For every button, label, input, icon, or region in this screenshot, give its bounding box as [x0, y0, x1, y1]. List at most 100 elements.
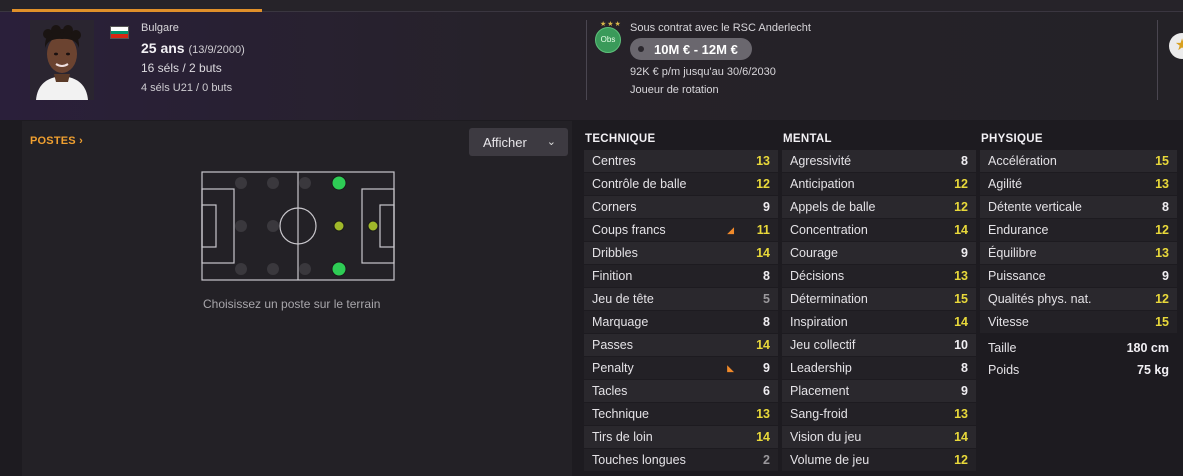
attr-value: 5 [763, 292, 770, 306]
attr-value: 12 [954, 200, 968, 214]
club-badge-icon[interactable]: Obs [595, 27, 621, 53]
attr-value: 13 [954, 407, 968, 421]
physique-attr-row[interactable]: Qualités phys. nat. 12 [980, 288, 1177, 310]
attr-label: Penalty [592, 361, 634, 375]
attr-label: Courage [790, 246, 838, 260]
display-dropdown-button[interactable]: Afficher ⌄ [469, 128, 568, 156]
nationality-flag [110, 26, 129, 39]
attr-label: Marquage [592, 315, 649, 329]
mental-attr-row[interactable]: Vision du jeu 14 [782, 426, 976, 448]
attr-value: 13 [1155, 246, 1169, 260]
nationality-label: Bulgare [141, 22, 179, 34]
trend-down-icon: ◣ [727, 362, 734, 373]
mental-attr-row[interactable]: Volume de jeu 12 [782, 449, 976, 471]
technique-attr-row[interactable]: Centres 13 [584, 150, 778, 172]
attr-label: Coups francs [592, 223, 666, 237]
contract-wage: 92K € p/m jusqu'au 30/6/2030 [630, 66, 776, 78]
positions-pitch[interactable] [201, 171, 395, 281]
technique-attr-row[interactable]: Tacles 6 [584, 380, 778, 402]
technique-attr-row[interactable]: Finition 8 [584, 265, 778, 287]
mental-attr-row[interactable]: Décisions 13 [782, 265, 976, 287]
attr-value: 14 [954, 430, 968, 444]
physique-attr-row[interactable]: Détente verticale 8 [980, 196, 1177, 218]
attr-label: Tirs de loin [592, 430, 653, 444]
attr-label: Accélération [988, 154, 1057, 168]
technique-attr-row[interactable]: Corners 9 [584, 196, 778, 218]
attr-label: Jeu collectif [790, 338, 856, 352]
attr-value: 14 [954, 223, 968, 237]
technique-attr-row[interactable]: Dribbles 14 [584, 242, 778, 264]
technique-attr-row[interactable]: Tirs de loin 14 [584, 426, 778, 448]
attr-label: Technique [592, 407, 649, 421]
attr-label: Placement [790, 384, 850, 398]
attr-value: 9 [1162, 269, 1169, 283]
attr-label: Tacles [592, 384, 628, 398]
attr-value: 13 [954, 269, 968, 283]
mental-attr-row[interactable]: Sang-froid 13 [782, 403, 976, 425]
attr-value: 6 [763, 384, 770, 398]
mental-attr-row[interactable]: Jeu collectif 10 [782, 334, 976, 356]
attr-value: 9 [961, 384, 968, 398]
positions-title-link[interactable]: POSTES › [30, 135, 83, 147]
attr-value: 10 [954, 338, 968, 352]
physique-attr-row[interactable]: Puissance 9 [980, 265, 1177, 287]
attr-label: Décisions [790, 269, 845, 283]
mental-attr-row[interactable]: Courage 9 [782, 242, 976, 264]
height-label: Taille [988, 341, 1017, 355]
mental-attr-row[interactable]: Détermination 15 [782, 288, 976, 310]
mental-attr-row[interactable]: Agressivité 8 [782, 150, 976, 172]
physique-attr-row[interactable]: Équilibre 13 [980, 242, 1177, 264]
attr-label: Inspiration [790, 315, 848, 329]
contract-status[interactable]: Sous contrat avec le RSC Anderlecht [630, 22, 811, 34]
technique-attr-row[interactable]: Passes 14 [584, 334, 778, 356]
pitch-empty-slots [235, 177, 311, 275]
attr-label: Centres [592, 154, 636, 168]
physique-attr-row[interactable]: Accélération 15 [980, 150, 1177, 172]
position-natural-aml[interactable] [331, 175, 347, 191]
attr-label: Contrôle de balle [592, 177, 687, 191]
attr-value: 12 [954, 453, 968, 467]
attr-value: 9 [763, 361, 770, 375]
technique-attr-row[interactable]: Contrôle de balle 12 [584, 173, 778, 195]
positions-title: POSTES [30, 135, 76, 147]
technique-attr-row[interactable]: Touches longues 2 [584, 449, 778, 471]
physique-attr-row[interactable]: Vitesse 15 [980, 311, 1177, 333]
flag-stripe-red [111, 34, 128, 38]
player-age: 25 ans (13/9/2000) [141, 40, 245, 56]
mental-title: MENTAL [783, 133, 832, 145]
player-avatar [30, 20, 94, 100]
attr-label: Finition [592, 269, 633, 283]
technique-title: TECHNIQUE [585, 133, 656, 145]
mental-attr-row[interactable]: Inspiration 14 [782, 311, 976, 333]
header-divider-right [1157, 20, 1158, 100]
attr-label: Vitesse [988, 315, 1029, 329]
position-accomplished-amc[interactable] [333, 220, 345, 232]
technique-attr-row[interactable]: Jeu de tête 5 [584, 288, 778, 310]
physique-attr-row[interactable]: Endurance 12 [980, 219, 1177, 241]
attr-value: 8 [763, 315, 770, 329]
technique-attr-row[interactable]: Technique 13 [584, 403, 778, 425]
attr-label: Touches longues [592, 453, 686, 467]
mental-attr-row[interactable]: Appels de balle 12 [782, 196, 976, 218]
mental-attr-row[interactable]: Placement 9 [782, 380, 976, 402]
position-accomplished-st[interactable] [367, 220, 379, 232]
u21-caps: 4 séls U21 / 0 buts [141, 82, 233, 94]
attr-value: 9 [961, 246, 968, 260]
mental-attr-row[interactable]: Leadership 8 [782, 357, 976, 379]
attr-label: Leadership [790, 361, 852, 375]
mental-attr-row[interactable]: Concentration 14 [782, 219, 976, 241]
position-natural-amr[interactable] [331, 261, 347, 277]
technique-attr-row[interactable]: Marquage 8 [584, 311, 778, 333]
attr-value: 14 [756, 430, 770, 444]
attr-label: Dribbles [592, 246, 638, 260]
weight-row: Poids 75 kg [980, 359, 1177, 381]
attr-label: Vision du jeu [790, 430, 862, 444]
physique-attr-row[interactable]: Agilité 13 [980, 173, 1177, 195]
attr-value: 14 [954, 315, 968, 329]
technique-attr-row[interactable]: Penalty ◣ 9 [584, 357, 778, 379]
attr-value: 8 [763, 269, 770, 283]
transfer-value-tag[interactable]: 10M € - 12M € [630, 38, 752, 60]
header-divider [586, 20, 587, 100]
technique-attr-row[interactable]: Coups francs ◢ 11 [584, 219, 778, 241]
mental-attr-row[interactable]: Anticipation 12 [782, 173, 976, 195]
